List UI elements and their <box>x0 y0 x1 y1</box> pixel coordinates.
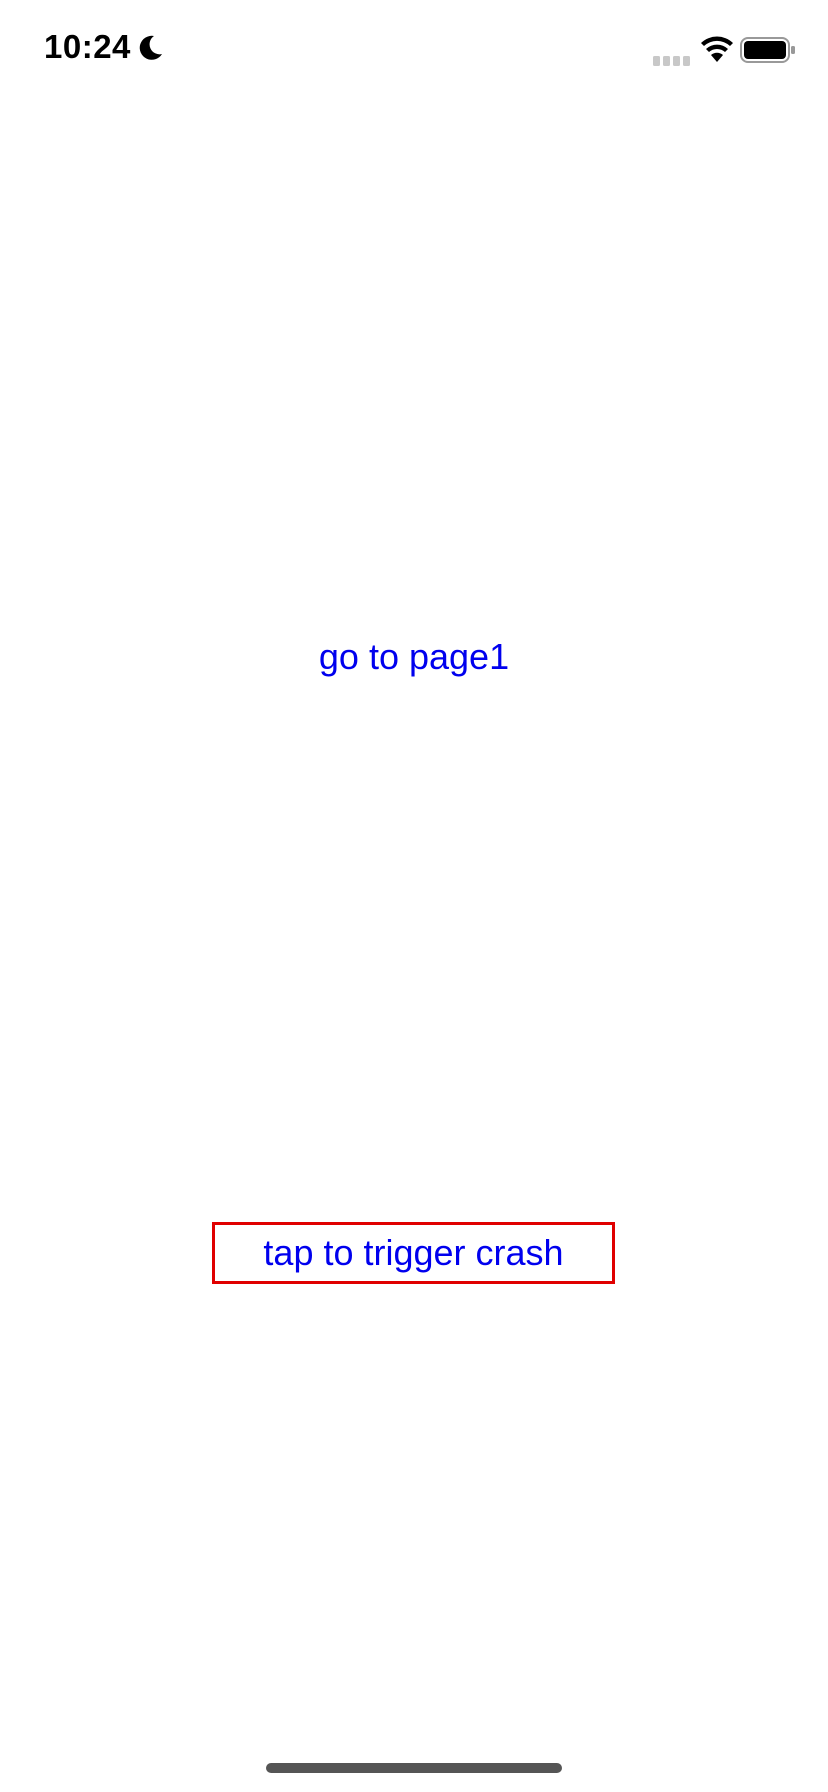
home-indicator[interactable] <box>266 1763 562 1773</box>
wifi-icon <box>700 36 734 64</box>
battery-icon <box>740 37 796 63</box>
moon-icon <box>136 34 164 62</box>
go-to-page1-link[interactable]: go to page1 <box>0 636 828 678</box>
cellular-signal-icon <box>653 53 691 66</box>
status-bar: 10:24 <box>0 0 828 100</box>
trigger-crash-label: tap to trigger crash <box>263 1232 564 1273</box>
status-time: 10:24 <box>44 28 131 65</box>
trigger-crash-button[interactable]: tap to trigger crash <box>212 1222 615 1284</box>
